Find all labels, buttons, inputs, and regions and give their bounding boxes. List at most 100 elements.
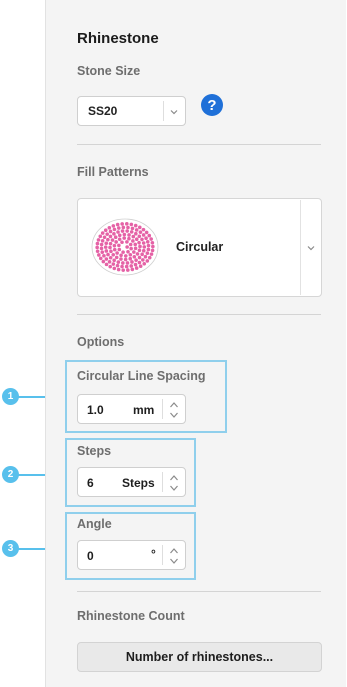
spinner-divider: [162, 545, 163, 565]
stone-dot: [119, 253, 123, 258]
stone-dot: [151, 244, 155, 249]
stone-dot: [104, 249, 109, 253]
stone-dot: [125, 261, 130, 265]
stone-dot: [117, 247, 122, 252]
stone-dot: [97, 253, 101, 257]
stone-dot: [112, 258, 116, 263]
stone-size-label: Stone Size: [77, 64, 141, 78]
stone-dot: [137, 234, 142, 239]
stone-dot: [149, 252, 154, 256]
stone-dot: [123, 254, 128, 258]
stone-dot: [116, 267, 121, 272]
stone-dot: [130, 267, 135, 272]
stone-dot: [134, 237, 139, 242]
stone-dot: [104, 241, 109, 246]
stone-dot: [143, 254, 148, 259]
stone-dot: [121, 268, 126, 272]
stone-dot: [128, 242, 133, 247]
stone-dot: [141, 227, 146, 232]
stone-dot: [134, 231, 138, 236]
stone-dot: [116, 226, 121, 230]
stone-dot: [95, 241, 100, 246]
stone-dot: [104, 257, 109, 261]
stone-dot: [105, 232, 109, 236]
chevron-down-icon: [170, 110, 178, 115]
stone-dot: [135, 252, 140, 256]
fill-pattern-select[interactable]: Circular: [77, 198, 322, 297]
stone-dot: [98, 256, 103, 261]
stone-dot: [108, 241, 113, 246]
stone-dot: [141, 241, 146, 245]
circular-line-spacing-unit: mm: [133, 403, 155, 417]
stone-dot: [133, 223, 138, 228]
section-divider: [77, 591, 321, 592]
stone-dot: [145, 259, 150, 263]
stone-dot: [109, 249, 113, 254]
angle-unit: °: [151, 547, 156, 561]
stone-dot: [124, 264, 129, 269]
stone-dot: [147, 255, 152, 260]
spin-up-down-icon[interactable]: [167, 471, 181, 495]
stone-dot: [125, 240, 129, 244]
stone-size-select[interactable]: SS20: [77, 96, 186, 126]
stone-dot: [144, 236, 148, 241]
help-circle-icon[interactable]: ?: [201, 94, 223, 116]
stone-dot: [128, 256, 133, 261]
stone-dot: [131, 239, 135, 243]
spin-up-down-icon[interactable]: [167, 398, 181, 422]
stone-dot: [111, 262, 116, 266]
stone-dot: [108, 234, 113, 239]
stone-dot: [132, 250, 136, 254]
stone-dot: [138, 230, 143, 234]
stone-dot: [133, 262, 138, 267]
circular-line-spacing-input[interactable]: 1.0 mm: [77, 394, 186, 424]
stone-dot: [129, 246, 133, 251]
stone-dot: [141, 258, 145, 262]
stone-dot: [101, 259, 106, 264]
steps-unit: Steps: [122, 476, 155, 490]
fill-patterns-label: Fill Patterns: [77, 165, 149, 179]
section-divider: [77, 314, 321, 315]
stone-dot: [145, 240, 150, 244]
angle-input[interactable]: 0 °: [77, 540, 186, 570]
stone-dot: [102, 235, 107, 240]
rhinestone-count-label: Rhinestone Count: [77, 609, 185, 623]
stone-dot: [117, 237, 122, 242]
stone-dot: [132, 254, 137, 259]
spinner-divider: [162, 399, 163, 419]
stone-dot: [126, 249, 130, 254]
stone-dot: [117, 233, 122, 238]
stone-dot: [115, 222, 120, 227]
stone-dot: [129, 230, 134, 234]
stone-dot: [120, 229, 125, 233]
stone-dot: [111, 224, 116, 228]
steps-input[interactable]: 6 Steps: [77, 467, 186, 497]
stone-dot: [112, 232, 116, 236]
stone-dot: [100, 238, 105, 243]
select-divider: [300, 200, 301, 295]
stone-dot: [146, 247, 151, 252]
stone-dot: [138, 264, 143, 268]
stone-dot: [137, 248, 142, 253]
stone-dot: [126, 225, 130, 230]
spinner-divider: [162, 472, 163, 492]
stone-dot: [112, 247, 117, 252]
stone-dot: [103, 245, 108, 249]
stone-dot: [108, 229, 113, 234]
stone-dot: [142, 261, 147, 266]
angle-label: Angle: [77, 517, 112, 531]
stone-dot: [129, 222, 134, 227]
stone-dot: [106, 237, 110, 242]
stone-dot: [119, 257, 123, 261]
stone-dot: [103, 228, 108, 233]
stone-dot: [95, 249, 100, 254]
stone-dot: [115, 251, 119, 255]
callout-2-marker: 2: [2, 466, 19, 483]
stone-dot: [129, 264, 134, 268]
stone-dot: [113, 235, 118, 240]
stone-dot: [134, 228, 139, 232]
stone-dot: [141, 233, 146, 237]
stone-dot: [98, 234, 103, 239]
number-of-rhinestones-button[interactable]: Number of rhinestones...: [77, 642, 322, 672]
spin-up-down-icon[interactable]: [167, 544, 181, 568]
